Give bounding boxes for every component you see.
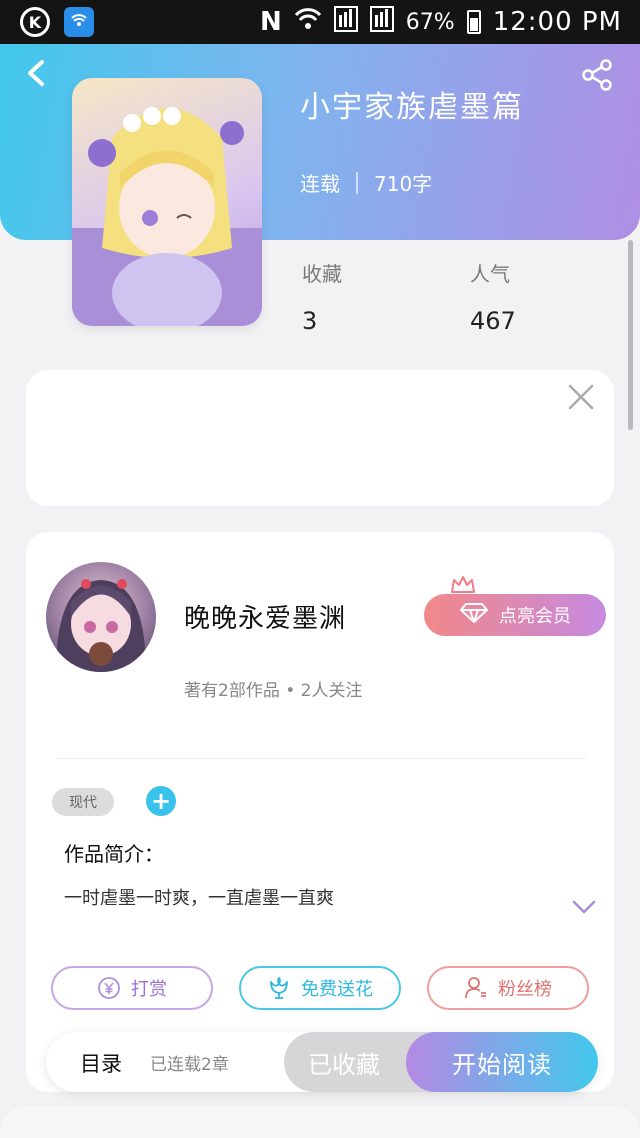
book-title: 小宇家族虐墨篇 bbox=[300, 90, 524, 125]
tag-chip[interactable]: 现代 bbox=[52, 788, 114, 816]
vip-button[interactable]: 点亮会员 bbox=[424, 594, 606, 636]
fans-label: 粉丝榜 bbox=[498, 979, 552, 1000]
fan-ranking-button[interactable]: 粉丝榜 bbox=[427, 966, 589, 1010]
popularity-value: 467 bbox=[470, 307, 516, 335]
user-icon bbox=[464, 976, 488, 1000]
book-status: 连载 bbox=[300, 172, 340, 196]
book-meta: 连载 710字 bbox=[300, 168, 432, 197]
add-tag-button[interactable]: + bbox=[146, 786, 176, 816]
intro-label: 作品简介： bbox=[64, 842, 164, 866]
book-cover[interactable] bbox=[72, 78, 262, 326]
favorites-stat: 收藏 3 bbox=[302, 258, 342, 335]
flower-label: 免费送花 bbox=[301, 979, 373, 1000]
k-app-icon: K bbox=[20, 7, 50, 37]
reward-label: 打赏 bbox=[131, 979, 167, 1000]
word-count: 710字 bbox=[374, 172, 433, 196]
author-stats: 著有2部作品 • 2人关注 bbox=[184, 681, 363, 701]
popularity-stat: 人气 467 bbox=[470, 258, 516, 335]
toc-status: 已连载2章 bbox=[150, 1055, 229, 1075]
close-icon[interactable] bbox=[566, 382, 596, 412]
back-icon[interactable] bbox=[22, 58, 52, 88]
toc-button[interactable]: 目录 bbox=[80, 1048, 122, 1078]
status-bar: K N 67% 12:00 PM bbox=[0, 0, 640, 44]
flower-icon bbox=[267, 976, 291, 1000]
yen-icon bbox=[97, 976, 121, 1000]
bottom-sheet-edge bbox=[0, 1106, 640, 1138]
intro-text: 一时虐墨一时爽，一直虐墨一直爽 bbox=[64, 888, 334, 909]
avatar[interactable] bbox=[46, 562, 156, 672]
author-name[interactable]: 晚晚永爱墨渊 bbox=[184, 598, 346, 635]
crown-icon bbox=[450, 574, 476, 596]
sim2-icon bbox=[369, 6, 394, 38]
favorites-value: 3 bbox=[302, 307, 318, 335]
battery-icon bbox=[466, 10, 481, 34]
sim1-icon bbox=[333, 6, 358, 38]
free-flower-button[interactable]: 免费送花 bbox=[239, 966, 401, 1010]
clock: 12:00 PM bbox=[492, 7, 622, 37]
diamond-icon bbox=[459, 602, 489, 629]
favorites-label: 收藏 bbox=[302, 262, 342, 286]
scrollbar[interactable] bbox=[628, 240, 633, 430]
chevron-down-icon[interactable] bbox=[570, 896, 598, 918]
divider bbox=[56, 758, 586, 759]
popularity-label: 人气 bbox=[470, 262, 510, 286]
ad-card[interactable] bbox=[26, 370, 614, 506]
vip-label: 点亮会员 bbox=[499, 606, 571, 627]
battery-percent: 67% bbox=[405, 9, 455, 35]
wifi-app-icon bbox=[64, 7, 94, 37]
meta-divider bbox=[356, 171, 358, 194]
nfc-icon: N bbox=[260, 7, 282, 37]
wifi-signal-icon bbox=[294, 7, 322, 37]
reward-button[interactable]: 打赏 bbox=[51, 966, 213, 1010]
start-reading-button[interactable]: 开始阅读 bbox=[406, 1032, 598, 1092]
